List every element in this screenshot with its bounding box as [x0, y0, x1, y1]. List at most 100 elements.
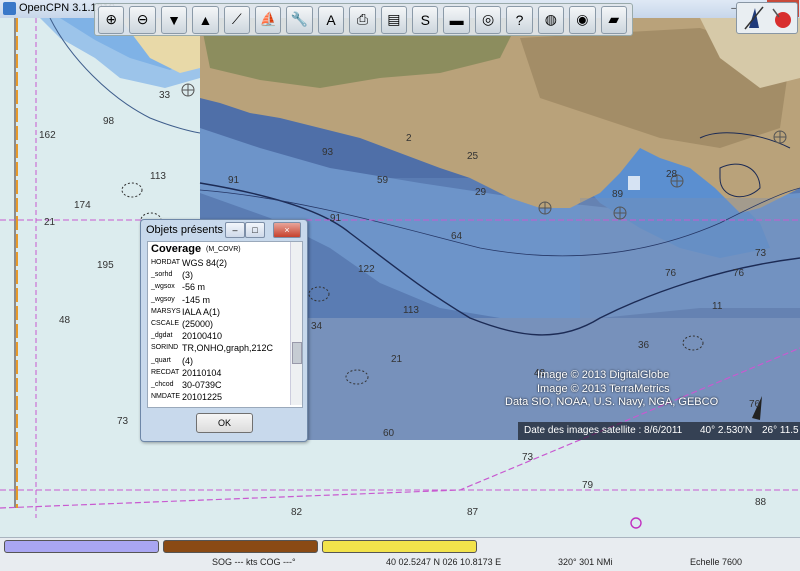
depth-sounding: 2: [406, 133, 412, 144]
attribute-key: MARSYS: [151, 307, 181, 315]
depth-sounding: 122: [358, 264, 375, 275]
zoom-in-icon[interactable]: ⊕: [98, 5, 125, 34]
cursor-longitude: 26° 11.5: [762, 425, 799, 436]
depth-sounding: 29: [475, 187, 487, 198]
imagery-fade: [580, 198, 800, 318]
attribute-key: HORDAT: [151, 259, 181, 266]
depth-sounding: 48: [59, 315, 71, 326]
depth-sounding: 34: [311, 321, 323, 332]
help-icon[interactable]: ?: [506, 5, 533, 34]
tide-icon[interactable]: ▰: [600, 5, 627, 34]
depth-sounding: 76: [665, 268, 677, 279]
attribution-2: Image © 2013 TerraMetrics: [537, 383, 670, 395]
compass-icon: [744, 6, 791, 30]
ais-icon[interactable]: ◍: [537, 5, 565, 34]
dialog-close-button[interactable]: ×: [273, 222, 301, 238]
depth-sounding: 28: [666, 169, 678, 180]
depth-sounding: 87: [467, 507, 479, 518]
depth-sounding: 21: [44, 217, 56, 228]
depth-sounding: 59: [377, 175, 389, 186]
attribute-key: RECDAT: [151, 368, 180, 376]
mob-icon[interactable]: ◎: [474, 5, 502, 34]
compass-widget[interactable]: [736, 2, 798, 34]
color-scheme-icon[interactable]: ▬: [443, 5, 470, 34]
depth-sounding: 89: [612, 189, 624, 200]
scroll-thumb[interactable]: [292, 342, 302, 364]
attribute-key: _dgdat: [151, 332, 173, 340]
attribute-value: (25000): [182, 319, 214, 329]
chart-bar-3[interactable]: [322, 540, 477, 553]
route-manager-icon[interactable]: ▤: [380, 5, 408, 34]
cursor-latitude: 40° 2.530'N: [700, 425, 753, 436]
depth-sounding: 88: [755, 497, 767, 508]
text-icon[interactable]: A: [317, 5, 345, 34]
attribution-3: Data SIO, NOAA, U.S. Navy, NGA, GEBCO: [505, 396, 719, 408]
dialog-restore-button[interactable]: □: [245, 222, 265, 238]
depth-sounding: 98: [103, 116, 115, 127]
attribute-key: _wgsox: [151, 283, 175, 291]
buoy-marker: [630, 517, 642, 529]
dialog-minimize-button[interactable]: –: [225, 222, 245, 238]
dialog-scrollbar[interactable]: [290, 242, 302, 405]
imagery-date: Date des images satellite : 8/6/2011: [524, 425, 683, 436]
ok-button[interactable]: OK: [196, 413, 253, 433]
depth-sounding: 76: [749, 399, 761, 410]
radar-icon[interactable]: ◉: [569, 5, 596, 34]
chart-canvas[interactable]: 33 98 162 113 174 21 195 48 73 93 2 25 91 59 29 91 64 122…: [0, 18, 800, 537]
dialog-title: Objets présents ...: [146, 224, 236, 236]
imagery-info-strip: Date des images satellite : 8/6/2011 40°…: [518, 422, 800, 440]
depth-sounding: 21: [391, 354, 403, 365]
attribute-value: 20101225: [182, 392, 223, 403]
route-icon[interactable]: ⟋: [223, 5, 251, 34]
status-bar: SOG --- kts COG ---° 40 02.5247 N 026 10…: [0, 537, 800, 571]
dialog-content[interactable]: Coverage (M_COVR) HORDAT WGS 84(2) _sorhd (…: [147, 241, 303, 408]
attribute-value: IALA A(1): [182, 306, 221, 317]
attribute-key: _wgsoy: [151, 295, 175, 303]
attribute-key: _chcod: [151, 381, 174, 388]
attribute-key: NMDATE: [151, 393, 181, 401]
sog-cog-readout: SOG --- kts COG ---°: [212, 557, 296, 567]
chart-bar-2[interactable]: [163, 540, 318, 553]
depth-sounding: 82: [291, 507, 303, 518]
scale-out-icon[interactable]: ▲: [192, 5, 219, 34]
depth-sounding: 174: [74, 200, 91, 211]
track-icon[interactable]: S: [412, 5, 439, 34]
attribute-value: (4): [182, 355, 193, 366]
depth-sounding: 76: [733, 268, 745, 279]
attribute-key: CSCALE: [151, 320, 180, 327]
attribute-value: 20110104: [182, 367, 222, 378]
attribute-key: SORIND: [151, 344, 179, 352]
depth-sounding: 73: [755, 248, 767, 259]
attribute-value: -145 m: [182, 294, 211, 305]
chart-bar-1[interactable]: [4, 540, 159, 553]
depth-sounding: 36: [638, 340, 650, 351]
depth-sounding: 60: [383, 428, 395, 439]
depth-sounding: 33: [159, 90, 171, 101]
settings-icon[interactable]: 🔧: [286, 5, 313, 34]
attribute-key: _quart: [151, 356, 171, 364]
attribute-value: TR,ONHO,graph,212C: [182, 343, 274, 354]
app-icon: [3, 2, 16, 15]
boat-follow-icon[interactable]: ⛵: [255, 5, 282, 34]
depth-sounding: 113: [150, 171, 166, 182]
bearing-readout: 320° 301 NMi: [558, 557, 613, 567]
attribution-1: Image © 2013 DigitalGlobe: [537, 369, 670, 381]
depth-sounding: 91: [228, 175, 240, 186]
object-heading: Coverage: [151, 243, 202, 255]
depth-sounding: 162: [39, 130, 56, 141]
scale-in-icon[interactable]: ▼: [160, 5, 188, 34]
depth-sounding: 79: [582, 480, 594, 491]
depth-sounding: 113: [403, 305, 419, 316]
attribute-value: WGS 84(2): [182, 258, 228, 268]
attribute-value: (3): [182, 270, 193, 281]
attribute-value: 30-0739C: [182, 380, 222, 390]
depth-sounding: 91: [330, 213, 342, 224]
object-query-dialog: Objets présents ... – □ × Coverage (M_CO…: [140, 219, 308, 442]
print-icon[interactable]: ⎙: [349, 5, 376, 34]
lighthouse-marker: [628, 176, 640, 190]
depth-sounding: 73: [522, 452, 534, 463]
depth-sounding: 11: [712, 301, 723, 312]
attribute-value: 20100410: [182, 331, 223, 342]
zoom-out-icon[interactable]: ⊖: [129, 5, 156, 34]
depth-sounding: 73: [117, 416, 129, 427]
